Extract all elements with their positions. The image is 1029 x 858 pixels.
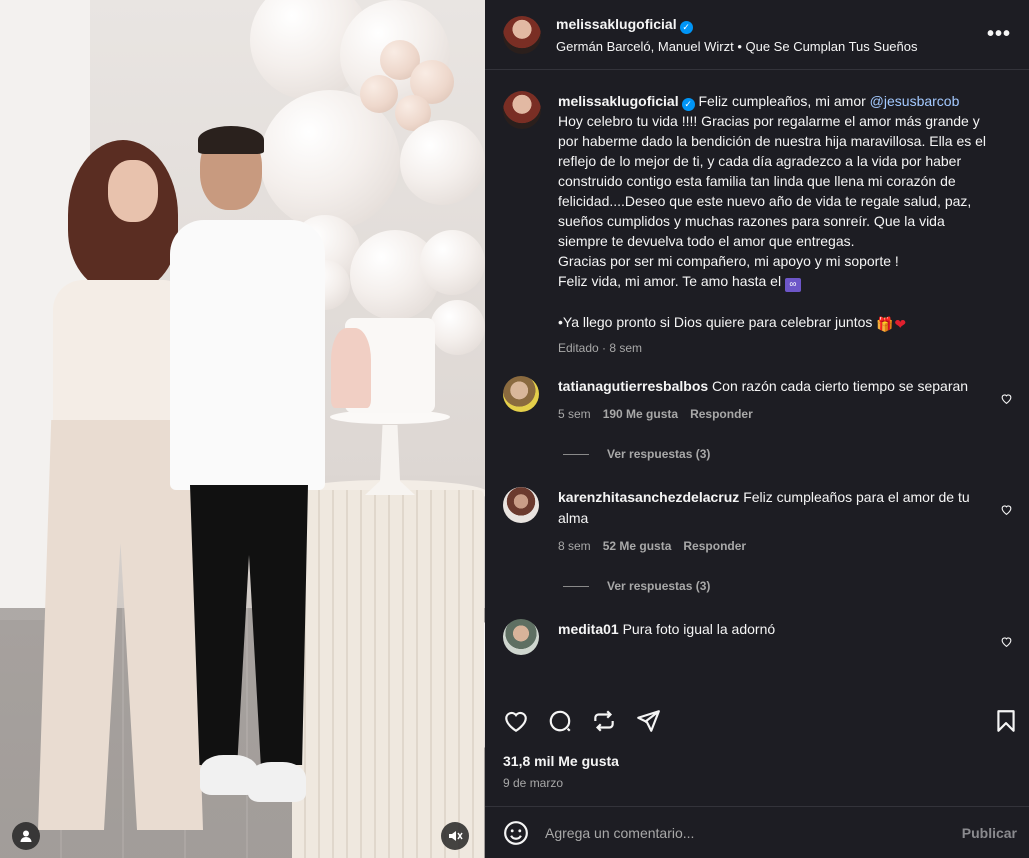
balloon: [360, 75, 398, 113]
post-date: 9 de marzo: [503, 776, 564, 790]
save-bookmark-icon[interactable]: [993, 708, 1019, 734]
commenter-username[interactable]: medita01: [558, 621, 619, 637]
comment-item: medita01 Pura foto igual la adornó: [503, 619, 1013, 655]
shoe: [248, 762, 306, 802]
caption-line: •Ya llego pronto si Dios quiere para cel…: [558, 314, 873, 330]
view-replies-button[interactable]: Ver respuestas (3): [563, 579, 978, 593]
caption-time: 8 sem: [609, 341, 643, 355]
hair: [198, 126, 264, 154]
like-comment-heart-icon[interactable]: [1000, 503, 1013, 516]
caption-avatar[interactable]: [503, 91, 541, 129]
post-actions: [503, 704, 1019, 738]
muted-speaker-icon: [449, 831, 463, 841]
view-replies-button[interactable]: Ver respuestas (3): [563, 447, 978, 461]
post-image[interactable]: [0, 0, 485, 858]
likes-count[interactable]: 31,8 mil Me gusta: [503, 753, 619, 769]
cake: [331, 318, 435, 413]
reply-button[interactable]: Responder: [683, 539, 746, 553]
reply-button[interactable]: Responder: [690, 407, 753, 421]
comment-time: 8 sem: [558, 539, 591, 553]
comment-bubble-icon[interactable]: [547, 708, 573, 734]
edited-label: Editado: [558, 341, 599, 355]
comment-body: Pura foto igual la adornó: [622, 621, 776, 637]
infinity-emoji: ∞: [784, 278, 801, 292]
audio-attribution[interactable]: Germán Barceló, Manuel Wirzt • Que Se Cu…: [556, 39, 987, 54]
publish-button[interactable]: Publicar: [962, 825, 1017, 841]
comment-item: tatianagutierresbalbos Con razón cada ci…: [503, 376, 1013, 461]
comment-content: karenzhitasanchezdelacruz Feliz cumpleañ…: [558, 487, 978, 593]
caption-username[interactable]: melissaklugoficial: [558, 93, 679, 109]
comment-meta: 5 sem 190 Me gusta Responder: [558, 407, 978, 421]
heart-emoji-icon: ❤: [894, 316, 907, 332]
comments-section[interactable]: melissaklugoficial ✓ Feliz cumpleaños, mi…: [485, 71, 1029, 691]
share-paper-plane-icon[interactable]: [635, 708, 661, 734]
balloon: [400, 120, 485, 205]
comment-likes[interactable]: 190 Me gusta: [603, 407, 678, 421]
comment-content: medita01 Pura foto igual la adornó: [558, 619, 978, 655]
view-replies-label: Ver respuestas (3): [607, 579, 711, 593]
comment-item: karenzhitasanchezdelacruz Feliz cumpleañ…: [503, 487, 1013, 593]
emoji-picker-icon[interactable]: [503, 820, 529, 846]
view-replies-label: Ver respuestas (3): [607, 447, 711, 461]
commenter-avatar[interactable]: [503, 376, 539, 412]
man-figure: [170, 126, 330, 820]
comment-body: Con razón cada cierto tiempo se separan: [712, 378, 969, 394]
like-comment-heart-icon[interactable]: [1000, 392, 1013, 405]
comment-text: medita01 Pura foto igual la adornó: [558, 619, 978, 640]
tagged-users-button[interactable]: [12, 822, 40, 850]
commenter-avatar[interactable]: [503, 619, 539, 655]
comment-meta: 8 sem 52 Me gusta Responder: [558, 539, 978, 553]
caption-meta: Editado · 8 sem: [558, 341, 643, 355]
comment-input[interactable]: [545, 824, 962, 841]
comment-text: tatianagutierresbalbos Con razón cada ci…: [558, 376, 978, 397]
replies-divider: [563, 585, 589, 587]
balloon: [420, 230, 485, 295]
tshirt: [170, 220, 325, 490]
mention-link[interactable]: @jesusbarcob: [870, 93, 960, 109]
post-side-panel: melissaklugoficial ✓ Germán Barceló, Manu…: [485, 0, 1029, 858]
like-heart-icon[interactable]: [503, 708, 529, 734]
balloon: [430, 300, 485, 355]
comment-time: 5 sem: [558, 407, 591, 421]
face: [108, 160, 158, 222]
author-username[interactable]: melissaklugoficial: [556, 16, 677, 32]
verified-badge-icon: ✓: [679, 20, 693, 34]
author-avatar[interactable]: [503, 15, 541, 54]
header-text: melissaklugoficial ✓ Germán Barceló, Manu…: [556, 16, 987, 54]
caption-line: Gracias por ser mi compañero, mi apoyo y…: [558, 253, 899, 269]
commenter-username[interactable]: tatianagutierresbalbos: [558, 378, 708, 394]
caption-line: Hoy celebro tu vida !!!! Gracias por reg…: [558, 113, 987, 249]
comment-content: tatianagutierresbalbos Con razón cada ci…: [558, 376, 978, 461]
more-options-icon[interactable]: •••: [987, 23, 1011, 46]
comment-text: karenzhitasanchezdelacruz Feliz cumpleañ…: [558, 487, 978, 529]
add-comment-bar: Publicar: [485, 806, 1029, 858]
like-comment-heart-icon[interactable]: [1000, 635, 1013, 648]
caption-line: Feliz vida, mi amor. Te amo hasta el: [558, 273, 782, 289]
caption-body: melissaklugoficial ✓ Feliz cumpleaños, mi…: [558, 91, 998, 358]
replies-divider: [563, 453, 589, 455]
commenter-avatar[interactable]: [503, 487, 539, 523]
commenter-username[interactable]: karenzhitasanchezdelacruz: [558, 489, 739, 505]
post-header: melissaklugoficial ✓ Germán Barceló, Manu…: [485, 0, 1029, 70]
repost-icon[interactable]: [591, 708, 617, 734]
cake-bow: [331, 328, 371, 408]
verified-badge-icon: ✓: [681, 98, 695, 111]
caption-intro: Feliz cumpleaños, mi amor: [694, 93, 870, 109]
comment-likes[interactable]: 52 Me gusta: [603, 539, 672, 553]
post-modal: melissaklugoficial ✓ Germán Barceló, Manu…: [0, 0, 1029, 858]
pants: [190, 485, 308, 765]
post-caption: melissaklugoficial ✓ Feliz cumpleaños, mi…: [503, 91, 1013, 358]
user-icon: [20, 830, 32, 842]
mute-button[interactable]: [441, 822, 469, 850]
gift-emoji-icon: 🎁: [876, 316, 894, 332]
